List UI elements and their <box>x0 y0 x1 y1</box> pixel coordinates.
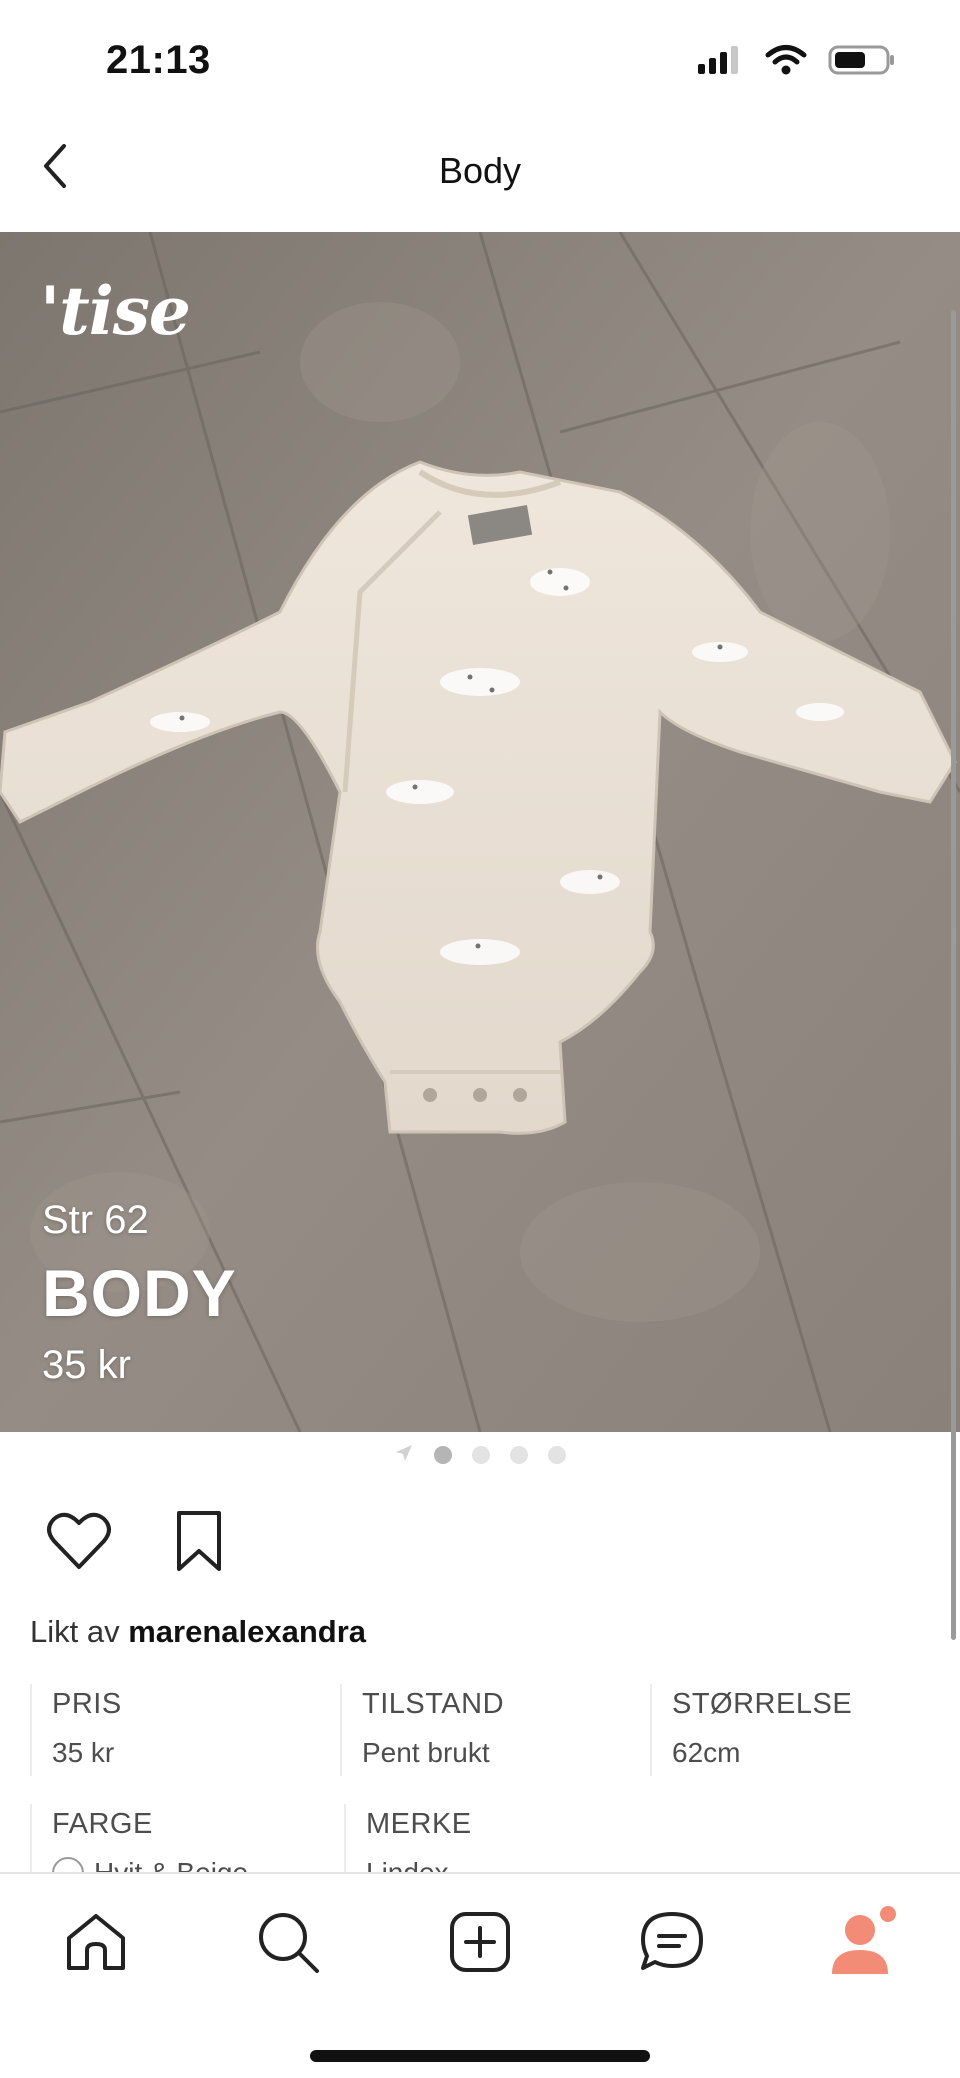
brand-logo: 'tise <box>40 272 191 350</box>
cellular-signal-icon <box>696 44 744 81</box>
pager-dot[interactable] <box>510 1446 528 1464</box>
attribute-value: Pent brukt <box>362 1737 490 1768</box>
attribute-label: MERKE <box>366 1808 472 1840</box>
attribute-row: PRIS 35 kr TILSTAND Pent brukt STØRRELSE… <box>30 1684 960 1776</box>
liked-by-prefix: Likt av <box>30 1614 120 1649</box>
nav-bar: Body <box>0 120 960 232</box>
product-page: 21:13 Body 'tise Str 62 BODY 35 kr Likt … <box>0 0 960 2078</box>
attribute-label: FARGE <box>52 1808 153 1840</box>
wifi-icon <box>764 44 808 81</box>
hero-size: Str 62 <box>42 1198 149 1242</box>
hero-caption: Str 62 BODY 35 kr <box>42 1198 237 1388</box>
pager-dot[interactable] <box>472 1446 490 1464</box>
bookmark-icon <box>173 1509 225 1578</box>
attribute-value: 35 kr <box>52 1737 115 1768</box>
attribute-value: 62cm <box>672 1737 741 1768</box>
home-icon <box>63 1910 129 1979</box>
attribute-price: PRIS 35 kr <box>30 1684 340 1776</box>
save-button[interactable] <box>164 1508 234 1578</box>
attribute-condition: TILSTAND Pent brukt <box>340 1684 650 1776</box>
status-time: 21:13 <box>106 38 211 82</box>
tab-profile[interactable] <box>824 1904 904 1984</box>
liked-by-user[interactable]: marenalexandra <box>128 1614 366 1649</box>
add-listing-icon <box>448 1910 512 1979</box>
tab-search[interactable] <box>248 1904 328 1984</box>
hero-price: 35 kr <box>42 1343 131 1387</box>
heart-icon <box>46 1511 112 1576</box>
action-bar <box>44 1508 234 1578</box>
home-indicator[interactable] <box>310 2050 650 2062</box>
bottom-tab-bar <box>0 1872 960 2078</box>
product-photo-carousel[interactable]: 'tise Str 62 BODY 35 kr <box>0 232 960 1432</box>
photo-pager[interactable] <box>0 1440 960 1470</box>
attribute-label: STØRRELSE <box>672 1688 853 1720</box>
location-arrow-icon <box>394 1443 414 1468</box>
profile-icon <box>826 1904 902 1985</box>
status-icons <box>696 44 896 81</box>
attribute-label: PRIS <box>52 1688 122 1720</box>
status-bar: 21:13 <box>0 0 960 120</box>
tab-messages[interactable] <box>632 1904 712 1984</box>
hero-title: BODY <box>42 1256 237 1330</box>
attribute-size: STØRRELSE 62cm <box>650 1684 960 1776</box>
battery-icon <box>828 44 896 81</box>
tab-add-listing[interactable] <box>440 1904 520 1984</box>
tab-home[interactable] <box>56 1904 136 1984</box>
pager-dot[interactable] <box>434 1446 452 1464</box>
attribute-label: TILSTAND <box>362 1688 505 1720</box>
pager-dot[interactable] <box>548 1446 566 1464</box>
like-button[interactable] <box>44 1508 114 1578</box>
search-icon <box>255 1909 321 1980</box>
messages-icon <box>639 1910 705 1979</box>
liked-by: Likt av marenalexandra <box>30 1614 366 1650</box>
page-title: Body <box>438 150 522 191</box>
